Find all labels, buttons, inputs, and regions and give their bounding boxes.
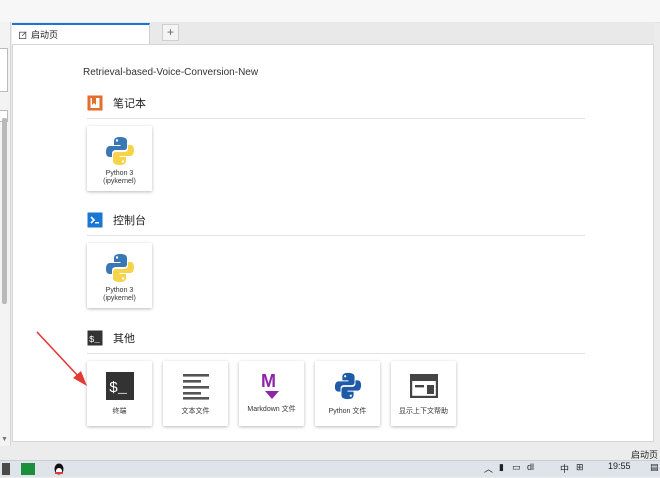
launcher-panel: Retrieval-based-Voice-Conversion-New 笔记本	[12, 44, 654, 442]
tray-chevron-icon[interactable]: ︿	[484, 462, 493, 475]
qq-icon[interactable]	[52, 463, 66, 475]
tab-launcher[interactable]: 启动页	[12, 23, 150, 44]
launcher-tab-icon	[19, 31, 27, 39]
keyboard-icon[interactable]: ⊞	[576, 462, 584, 473]
left-scrollbar[interactable]: ▼	[0, 22, 11, 446]
tab-label: 启动页	[31, 30, 59, 40]
tray-network-icon[interactable]: ▭	[512, 462, 521, 473]
tab-bar: 启动页 +	[12, 22, 654, 44]
clock-time[interactable]: 19:55	[608, 461, 631, 471]
annotation-arrow	[36, 331, 87, 386]
status-bar: 启动页	[0, 446, 660, 460]
left-panel-edge-top	[0, 48, 8, 92]
tray-volume-text[interactable]: dl	[527, 462, 534, 472]
pycharm-icon[interactable]	[21, 463, 35, 475]
scroll-down-icon[interactable]: ▼	[1, 436, 8, 443]
taskbar-app-icon[interactable]	[2, 463, 10, 475]
scrollbar-thumb[interactable]	[2, 118, 7, 304]
new-tab-button[interactable]: +	[162, 24, 179, 41]
taskbar: ︿ ▮ ▭ dl 中 ⊞ 19:55 ▤	[0, 460, 660, 477]
tray-person-icon[interactable]: ▮	[499, 462, 504, 473]
top-strip	[0, 0, 660, 23]
notification-icon[interactable]: ▤	[650, 462, 659, 473]
ime-indicator[interactable]: 中	[560, 462, 569, 475]
